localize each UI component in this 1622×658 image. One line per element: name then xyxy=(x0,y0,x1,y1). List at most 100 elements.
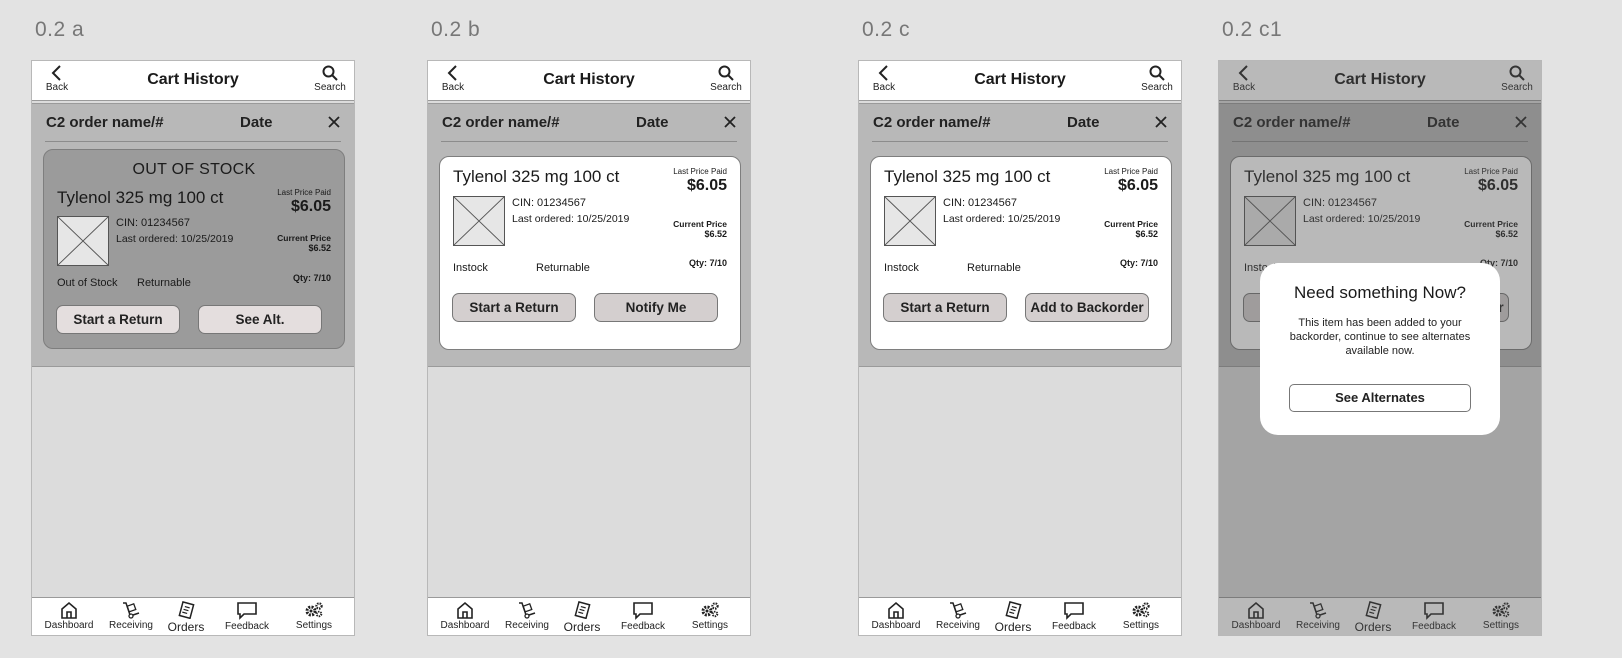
tab-feedback-label: Feedback xyxy=(1052,621,1096,632)
current-price-label: Current Price xyxy=(1104,219,1158,229)
order-date: Date xyxy=(636,114,669,131)
chat-bubble-icon xyxy=(237,602,257,620)
order-name: C2 order name/# xyxy=(873,114,991,131)
last-price-label: Last Price Paid xyxy=(673,167,727,176)
bottom-tab-bar: Dashboard Receiving Orders Feedback Sett… xyxy=(428,597,750,635)
tab-dashboard[interactable]: Dashboard xyxy=(37,601,101,631)
tab-orders[interactable]: Orders xyxy=(981,601,1045,634)
close-icon[interactable] xyxy=(723,115,737,129)
current-price-label: Current Price xyxy=(673,219,727,229)
app-header: Back Cart History Search xyxy=(32,61,354,101)
stock-status: Instock xyxy=(453,262,488,274)
tab-feedback-label: Feedback xyxy=(225,621,269,632)
product-name: Tylenol 325 mg 100 ct xyxy=(884,167,1051,186)
last-price-value: $6.05 xyxy=(686,177,727,194)
returnable-status: Returnable xyxy=(137,277,191,289)
page-title: Cart History xyxy=(974,71,1066,88)
close-icon[interactable] xyxy=(1154,115,1168,129)
clipboard-icon xyxy=(1005,601,1022,619)
last-ordered: Last ordered: 10/25/2019 xyxy=(116,233,234,245)
search-icon xyxy=(322,65,338,81)
last-price-value: $6.05 xyxy=(290,198,331,215)
tab-settings-label: Settings xyxy=(1122,620,1160,631)
tab-feedback-label: Feedback xyxy=(621,621,665,632)
search-label: Search xyxy=(710,82,742,93)
order-name: C2 order name/# xyxy=(442,114,560,131)
order-row: C2 order name/# Date xyxy=(872,104,1168,142)
home-icon xyxy=(61,601,77,619)
product-placeholder-icon xyxy=(58,217,108,265)
product-placeholder-icon xyxy=(454,197,504,245)
tab-feedback[interactable]: Feedback xyxy=(611,601,675,632)
tab-dashboard-label: Dashboard xyxy=(871,620,921,631)
frame-label: 0.2 b xyxy=(431,18,481,41)
bottom-tab-bar: Dashboard Receiving Orders Feedback Sett… xyxy=(859,597,1181,635)
product-card: OUT OF STOCK Tylenol 325 mg 100 ct Last … xyxy=(43,149,345,349)
stock-status: Instock xyxy=(884,262,919,274)
hand-truck-icon xyxy=(950,602,967,619)
last-ordered: Last ordered: 10/25/2019 xyxy=(943,213,1061,225)
chat-bubble-icon xyxy=(633,602,653,620)
product-name: Tylenol 325 mg 100 ct xyxy=(57,188,224,207)
search-button[interactable]: Search xyxy=(312,64,348,93)
tab-orders[interactable]: Orders xyxy=(154,601,218,634)
page-title: Cart History xyxy=(543,71,635,88)
gears-icon xyxy=(305,602,323,618)
tab-feedback[interactable]: Feedback xyxy=(215,601,279,632)
tab-settings[interactable]: Settings xyxy=(1109,601,1173,631)
tab-orders[interactable]: Orders xyxy=(550,601,614,634)
quantity: Qty: 7/10 xyxy=(688,258,727,268)
start-return-button[interactable]: Start a Return xyxy=(452,293,576,322)
frame-label: 0.2 a xyxy=(35,18,85,41)
hand-truck-icon xyxy=(123,602,140,619)
order-detail-sheet: C2 order name/# Date Tylenol 325 mg 100 … xyxy=(859,103,1181,367)
tab-orders-label: Orders xyxy=(167,620,205,634)
tab-dashboard[interactable]: Dashboard xyxy=(864,601,928,631)
add-to-backorder-button[interactable]: Add to Backorder xyxy=(1025,293,1149,322)
gears-icon xyxy=(1132,602,1150,618)
tab-orders-label: Orders xyxy=(994,620,1032,634)
frame-label: 0.2 c1 xyxy=(1222,18,1283,41)
start-return-button[interactable]: Start a Return xyxy=(883,293,1007,322)
product-card: Tylenol 325 mg 100 ct Last Price Paid $6… xyxy=(439,156,741,350)
start-return-button[interactable]: Start a Return xyxy=(56,305,180,334)
see-alternates-button[interactable]: See Alternates xyxy=(1289,384,1471,412)
search-icon xyxy=(1149,65,1165,81)
chat-bubble-icon xyxy=(1064,602,1084,620)
tab-settings[interactable]: Settings xyxy=(282,601,346,631)
search-button[interactable]: Search xyxy=(1139,64,1175,93)
tab-settings-label: Settings xyxy=(691,620,729,631)
search-label: Search xyxy=(1141,82,1173,93)
quantity: Qty: 7/10 xyxy=(292,273,331,283)
product-placeholder-icon xyxy=(885,197,935,245)
see-alternatives-button[interactable]: See Alt. xyxy=(198,305,322,334)
frame-label: 0.2 c xyxy=(862,18,911,41)
stock-status: Out of Stock xyxy=(57,277,118,289)
tab-feedback[interactable]: Feedback xyxy=(1042,601,1106,632)
backorder-modal: Need something Now? This item has been a… xyxy=(1260,263,1500,435)
product-card: Tylenol 325 mg 100 ct Last Price Paid $6… xyxy=(870,156,1172,350)
clipboard-icon xyxy=(178,601,195,619)
close-icon[interactable] xyxy=(327,115,341,129)
tab-orders-label: Orders xyxy=(563,620,601,634)
order-date: Date xyxy=(1067,114,1100,131)
product-name: Tylenol 325 mg 100 ct xyxy=(453,167,620,186)
current-price-value: $6.52 xyxy=(308,243,331,253)
search-button[interactable]: Search xyxy=(708,64,744,93)
order-name: C2 order name/# xyxy=(46,114,164,131)
quantity: Qty: 7/10 xyxy=(1119,258,1158,268)
tab-settings[interactable]: Settings xyxy=(678,601,742,631)
returnable-status: Returnable xyxy=(536,262,590,274)
tab-dashboard-label: Dashboard xyxy=(44,620,94,631)
notify-me-button[interactable]: Notify Me xyxy=(594,293,718,322)
bottom-tab-bar: Dashboard Receiving Orders Feedback Sett… xyxy=(32,597,354,635)
last-price-value: $6.05 xyxy=(1117,177,1158,194)
search-label: Search xyxy=(314,82,346,93)
phone-frame-0-2-a: Back Cart History Search C2 order name/#… xyxy=(31,60,355,636)
current-price-value: $6.52 xyxy=(1135,229,1158,239)
product-cin: CIN: 01234567 xyxy=(512,197,586,209)
tab-dashboard[interactable]: Dashboard xyxy=(433,601,497,631)
modal-title: Need something Now? xyxy=(1294,283,1466,302)
phone-frame-0-2-c: Back Cart History Search C2 order name/#… xyxy=(858,60,1182,636)
product-cin: CIN: 01234567 xyxy=(943,197,1017,209)
